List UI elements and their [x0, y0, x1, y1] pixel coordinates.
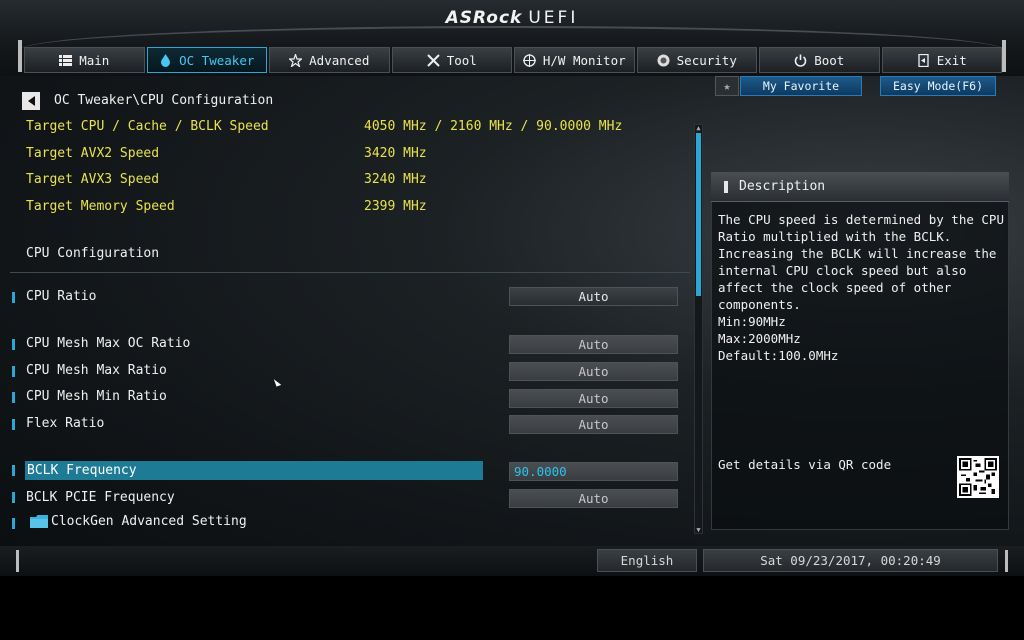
info-label: Target AVX2 Speed	[26, 146, 160, 161]
scrollbar-thumb[interactable]	[696, 133, 701, 296]
main-tabs: Main OC Tweaker Advanced Tool H/W Monito…	[24, 47, 1002, 73]
description-line: affect the clock speed of other	[718, 280, 952, 295]
cpu-mesh-max-oc-ratio-value[interactable]: Auto	[509, 335, 678, 354]
frame-edge-left	[18, 40, 22, 72]
section-divider	[10, 272, 690, 273]
bios-screen: ASRock UEFI Main OC Tweaker Advanced Tool	[0, 0, 1024, 576]
back-button[interactable]	[22, 92, 40, 110]
cpu-ratio-value[interactable]: Auto	[509, 287, 678, 306]
tab-boot[interactable]: Boot	[759, 47, 880, 73]
info-label: Target CPU / Cache / BCLK Speed	[26, 119, 269, 134]
bclk-frequency-input[interactable]: 90.0000	[509, 462, 678, 481]
description-line: Default:100.0MHz	[718, 348, 839, 363]
option-marker	[12, 419, 15, 430]
language-button[interactable]: English	[597, 549, 697, 572]
option-marker	[12, 392, 15, 403]
scroll-up-arrow-icon[interactable]: ▲	[694, 124, 703, 132]
description-line: internal CPU clock speed but also	[718, 263, 967, 278]
exit-icon	[918, 53, 929, 67]
folder-icon	[30, 515, 48, 528]
scroll-down-arrow-icon[interactable]: ▼	[694, 526, 703, 534]
tools-icon	[426, 53, 440, 67]
option-bclk-frequency[interactable]: BCLK Frequency	[27, 463, 137, 478]
tab-oc-tweaker[interactable]: OC Tweaker	[146, 47, 267, 73]
breadcrumb: OC Tweaker\CPU Configuration	[54, 93, 274, 108]
option-marker	[12, 492, 15, 503]
tab-label: H/W Monitor	[542, 52, 626, 68]
back-arrow-icon	[27, 96, 35, 106]
info-label: Target AVX3 Speed	[26, 172, 160, 187]
flex-ratio-value[interactable]: Auto	[509, 415, 678, 434]
description-line: components.	[718, 297, 801, 312]
tab-tool[interactable]: Tool	[391, 47, 512, 73]
easy-mode-button[interactable]: Easy Mode(F6)	[880, 76, 996, 96]
option-cpu-ratio[interactable]: CPU Ratio	[26, 289, 96, 304]
frame-edge-left	[16, 550, 19, 572]
info-value: 3240 MHz	[364, 172, 427, 187]
mouse-cursor-icon	[273, 377, 282, 387]
description-text: The CPU speed is determined by the CPU R…	[718, 211, 1004, 364]
description-line: The CPU speed is determined by the CPU	[718, 212, 1004, 227]
option-marker	[12, 292, 15, 303]
tab-label: Tool	[446, 52, 477, 68]
cpu-mesh-min-ratio-value[interactable]: Auto	[509, 389, 678, 408]
option-marker	[12, 366, 15, 377]
logo: ASRock UEFI	[445, 8, 579, 28]
favorite-star-icon[interactable]: ★	[715, 76, 739, 96]
datetime-display: Sat 09/23/2017, 00:20:49	[703, 549, 998, 572]
list-icon	[59, 54, 73, 66]
description-title: Description	[739, 179, 826, 194]
tab-label: Boot	[814, 52, 845, 68]
tab-main[interactable]: Main	[24, 47, 145, 73]
description-line: Increasing the BCLK will increase the	[718, 246, 997, 261]
description-line: Ratio multiplied with the BCLK.	[718, 229, 952, 244]
star-icon	[289, 53, 303, 67]
tab-label: Advanced	[309, 52, 370, 68]
crosshair-icon	[522, 53, 536, 67]
info-value: 2399 MHz	[364, 199, 427, 214]
submenu-clockgen-advanced-setting[interactable]: ClockGen Advanced Setting	[51, 514, 247, 529]
description-icon	[724, 181, 728, 193]
my-favorite-button[interactable]: My Favorite	[740, 76, 862, 96]
qr-label: Get details via QR code	[718, 457, 892, 472]
info-value: 3420 MHz	[364, 146, 427, 161]
option-cpu-mesh-min-ratio[interactable]: CPU Mesh Min Ratio	[26, 389, 167, 404]
description-line: Min:90MHz	[718, 314, 786, 329]
bclk-pcie-frequency-value[interactable]: Auto	[509, 489, 678, 508]
tab-label: OC Tweaker	[179, 52, 255, 68]
option-cpu-mesh-max-oc-ratio[interactable]: CPU Mesh Max OC Ratio	[26, 336, 190, 351]
tab-label: Exit	[936, 52, 967, 68]
description-line: Max:2000MHz	[718, 331, 801, 346]
frame-edge-right	[1002, 40, 1006, 72]
option-bclk-pcie-frequency[interactable]: BCLK PCIE Frequency	[26, 490, 175, 505]
option-marker	[12, 518, 15, 529]
cpu-mesh-max-ratio-value[interactable]: Auto	[509, 362, 678, 381]
option-cpu-mesh-max-ratio[interactable]: CPU Mesh Max Ratio	[26, 363, 167, 378]
option-marker	[12, 339, 15, 350]
letterbox-bottom	[0, 576, 1024, 640]
tab-label: Security	[676, 52, 737, 68]
info-label: Target Memory Speed	[26, 199, 175, 214]
power-icon	[794, 54, 807, 67]
tab-advanced[interactable]: Advanced	[269, 47, 390, 73]
shield-icon	[657, 54, 670, 66]
tab-hw-monitor[interactable]: H/W Monitor	[514, 47, 635, 73]
tab-exit[interactable]: Exit	[881, 47, 1002, 73]
frame-edge-right	[1005, 550, 1008, 572]
option-flex-ratio[interactable]: Flex Ratio	[26, 416, 104, 431]
flame-icon	[161, 53, 171, 67]
qr-code-icon	[957, 456, 999, 498]
section-title: CPU Configuration	[26, 246, 160, 261]
info-value: 4050 MHz / 2160 MHz / 90.0000 MHz	[364, 119, 623, 134]
top-bar: ASRock UEFI Main OC Tweaker Advanced Tool	[0, 0, 1024, 76]
option-marker	[12, 465, 15, 476]
tab-security[interactable]: Security	[636, 47, 757, 73]
tab-label: Main	[79, 52, 110, 68]
